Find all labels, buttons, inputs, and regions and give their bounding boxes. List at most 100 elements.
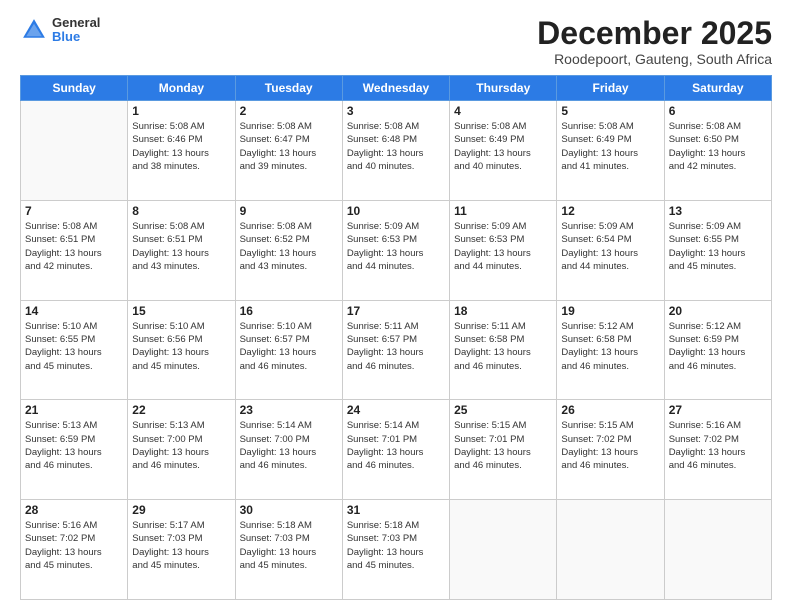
cell-info: Sunrise: 5:08 AM Sunset: 6:49 PM Dayligh…: [454, 120, 552, 173]
calendar-cell: 27Sunrise: 5:16 AM Sunset: 7:02 PM Dayli…: [664, 400, 771, 500]
week-row-4: 28Sunrise: 5:16 AM Sunset: 7:02 PM Dayli…: [21, 500, 772, 600]
day-number: 1: [132, 104, 230, 118]
day-header-wednesday: Wednesday: [342, 76, 449, 101]
day-number: 7: [25, 204, 123, 218]
day-number: 31: [347, 503, 445, 517]
cell-info: Sunrise: 5:09 AM Sunset: 6:55 PM Dayligh…: [669, 220, 767, 273]
logo-blue-text: Blue: [52, 30, 100, 44]
day-number: 6: [669, 104, 767, 118]
calendar-cell: 12Sunrise: 5:09 AM Sunset: 6:54 PM Dayli…: [557, 200, 664, 300]
calendar-cell: 17 Sunrise: 5:11 AM Sunset: 6:57 PM Dayli…: [342, 300, 449, 400]
week-row-3: 21 Sunrise: 5:13 AM Sunset: 6:59 PM Dayli…: [21, 400, 772, 500]
cell-info: Sunrise: 5:08 AM Sunset: 6:46 PM Dayligh…: [132, 120, 230, 173]
calendar-cell: 18 Sunrise: 5:11 AM Sunset: 6:58 PM Dayli…: [450, 300, 557, 400]
calendar-cell: 14 Sunrise: 5:10 AM Sunset: 6:55 PM Dayli…: [21, 300, 128, 400]
day-number: 4: [454, 104, 552, 118]
day-number: 10: [347, 204, 445, 218]
calendar-cell: 16Sunrise: 5:10 AM Sunset: 6:57 PM Dayli…: [235, 300, 342, 400]
cell-info: Sunrise: 5:10 AM Sunset: 6:56 PM Dayligh…: [132, 320, 230, 373]
cell-info: Sunrise: 5:10 AM Sunset: 6:55 PM Dayligh…: [25, 320, 123, 373]
day-number: 11: [454, 204, 552, 218]
cell-info: Sunrise: 5:08 AM Sunset: 6:47 PM Dayligh…: [240, 120, 338, 173]
cell-info: Sunrise: 5:18 AM Sunset: 7:03 PM Dayligh…: [240, 519, 338, 572]
month-title: December 2025: [537, 16, 772, 51]
calendar-cell: 3 Sunrise: 5:08 AM Sunset: 6:48 PM Daylig…: [342, 101, 449, 201]
page: General Blue December 2025 Roodepoort, G…: [0, 0, 792, 612]
day-number: 3: [347, 104, 445, 118]
calendar-header-row: SundayMondayTuesdayWednesdayThursdayFrid…: [21, 76, 772, 101]
calendar-cell: 2 Sunrise: 5:08 AM Sunset: 6:47 PM Daylig…: [235, 101, 342, 201]
title-block: December 2025 Roodepoort, Gauteng, South…: [537, 16, 772, 67]
calendar-cell: 8 Sunrise: 5:08 AM Sunset: 6:51 PM Daylig…: [128, 200, 235, 300]
calendar-cell: 13Sunrise: 5:09 AM Sunset: 6:55 PM Dayli…: [664, 200, 771, 300]
calendar-cell: 7 Sunrise: 5:08 AM Sunset: 6:51 PM Daylig…: [21, 200, 128, 300]
day-number: 26: [561, 403, 659, 417]
calendar-cell: [450, 500, 557, 600]
calendar-cell: [557, 500, 664, 600]
day-number: 29: [132, 503, 230, 517]
cell-info: Sunrise: 5:14 AM Sunset: 7:01 PM Dayligh…: [347, 419, 445, 472]
day-number: 21: [25, 403, 123, 417]
calendar-cell: 25 Sunrise: 5:15 AM Sunset: 7:01 PM Dayli…: [450, 400, 557, 500]
calendar-cell: 20 Sunrise: 5:12 AM Sunset: 6:59 PM Dayli…: [664, 300, 771, 400]
day-number: 20: [669, 304, 767, 318]
day-number: 2: [240, 104, 338, 118]
cell-info: Sunrise: 5:08 AM Sunset: 6:50 PM Dayligh…: [669, 120, 767, 173]
day-number: 30: [240, 503, 338, 517]
cell-info: Sunrise: 5:12 AM Sunset: 6:59 PM Dayligh…: [669, 320, 767, 373]
day-number: 9: [240, 204, 338, 218]
day-number: 25: [454, 403, 552, 417]
calendar-cell: [664, 500, 771, 600]
calendar-cell: 22 Sunrise: 5:13 AM Sunset: 7:00 PM Dayli…: [128, 400, 235, 500]
calendar-cell: 15 Sunrise: 5:10 AM Sunset: 6:56 PM Dayli…: [128, 300, 235, 400]
calendar-cell: 1 Sunrise: 5:08 AM Sunset: 6:46 PM Daylig…: [128, 101, 235, 201]
logo-text: General Blue: [52, 16, 100, 45]
cell-info: Sunrise: 5:08 AM Sunset: 6:49 PM Dayligh…: [561, 120, 659, 173]
cell-info: Sunrise: 5:13 AM Sunset: 7:00 PM Dayligh…: [132, 419, 230, 472]
calendar-table: SundayMondayTuesdayWednesdayThursdayFrid…: [20, 75, 772, 600]
calendar-cell: 31Sunrise: 5:18 AM Sunset: 7:03 PM Dayli…: [342, 500, 449, 600]
calendar-cell: 4 Sunrise: 5:08 AM Sunset: 6:49 PM Daylig…: [450, 101, 557, 201]
day-number: 15: [132, 304, 230, 318]
day-number: 14: [25, 304, 123, 318]
week-row-0: 1 Sunrise: 5:08 AM Sunset: 6:46 PM Daylig…: [21, 101, 772, 201]
day-number: 8: [132, 204, 230, 218]
calendar-cell: 28Sunrise: 5:16 AM Sunset: 7:02 PM Dayli…: [21, 500, 128, 600]
day-number: 28: [25, 503, 123, 517]
cell-info: Sunrise: 5:08 AM Sunset: 6:52 PM Dayligh…: [240, 220, 338, 273]
day-header-tuesday: Tuesday: [235, 76, 342, 101]
cell-info: Sunrise: 5:09 AM Sunset: 6:53 PM Dayligh…: [347, 220, 445, 273]
day-header-monday: Monday: [128, 76, 235, 101]
cell-info: Sunrise: 5:08 AM Sunset: 6:48 PM Dayligh…: [347, 120, 445, 173]
cell-info: Sunrise: 5:16 AM Sunset: 7:02 PM Dayligh…: [669, 419, 767, 472]
calendar-cell: 5 Sunrise: 5:08 AM Sunset: 6:49 PM Daylig…: [557, 101, 664, 201]
calendar-cell: 30 Sunrise: 5:18 AM Sunset: 7:03 PM Dayli…: [235, 500, 342, 600]
calendar-cell: 10 Sunrise: 5:09 AM Sunset: 6:53 PM Dayli…: [342, 200, 449, 300]
day-number: 17: [347, 304, 445, 318]
cell-info: Sunrise: 5:13 AM Sunset: 6:59 PM Dayligh…: [25, 419, 123, 472]
calendar-cell: 6 Sunrise: 5:08 AM Sunset: 6:50 PM Daylig…: [664, 101, 771, 201]
day-number: 23: [240, 403, 338, 417]
day-number: 24: [347, 403, 445, 417]
day-header-sunday: Sunday: [21, 76, 128, 101]
calendar-cell: 11Sunrise: 5:09 AM Sunset: 6:53 PM Dayli…: [450, 200, 557, 300]
day-number: 5: [561, 104, 659, 118]
calendar-cell: 21 Sunrise: 5:13 AM Sunset: 6:59 PM Dayli…: [21, 400, 128, 500]
calendar-cell: 26 Sunrise: 5:15 AM Sunset: 7:02 PM Dayli…: [557, 400, 664, 500]
cell-info: Sunrise: 5:11 AM Sunset: 6:57 PM Dayligh…: [347, 320, 445, 373]
cell-info: Sunrise: 5:11 AM Sunset: 6:58 PM Dayligh…: [454, 320, 552, 373]
cell-info: Sunrise: 5:15 AM Sunset: 7:02 PM Dayligh…: [561, 419, 659, 472]
week-row-1: 7 Sunrise: 5:08 AM Sunset: 6:51 PM Daylig…: [21, 200, 772, 300]
logo-general-text: General: [52, 16, 100, 30]
cell-info: Sunrise: 5:12 AM Sunset: 6:58 PM Dayligh…: [561, 320, 659, 373]
cell-info: Sunrise: 5:17 AM Sunset: 7:03 PM Dayligh…: [132, 519, 230, 572]
week-row-2: 14 Sunrise: 5:10 AM Sunset: 6:55 PM Dayli…: [21, 300, 772, 400]
day-number: 22: [132, 403, 230, 417]
day-number: 18: [454, 304, 552, 318]
cell-info: Sunrise: 5:09 AM Sunset: 6:54 PM Dayligh…: [561, 220, 659, 273]
day-number: 19: [561, 304, 659, 318]
cell-info: Sunrise: 5:15 AM Sunset: 7:01 PM Dayligh…: [454, 419, 552, 472]
cell-info: Sunrise: 5:08 AM Sunset: 6:51 PM Dayligh…: [132, 220, 230, 273]
cell-info: Sunrise: 5:08 AM Sunset: 6:51 PM Dayligh…: [25, 220, 123, 273]
calendar-cell: 19 Sunrise: 5:12 AM Sunset: 6:58 PM Dayli…: [557, 300, 664, 400]
